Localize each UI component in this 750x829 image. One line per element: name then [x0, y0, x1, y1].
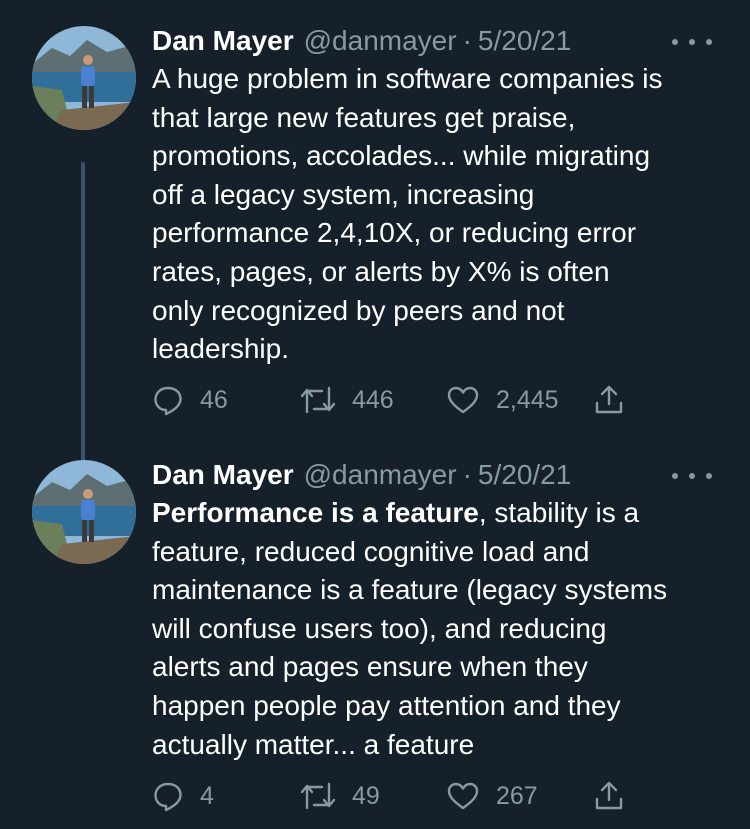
- author-handle[interactable]: @danmayer: [304, 456, 457, 494]
- reply-icon: [154, 782, 182, 812]
- reply-button[interactable]: 46: [152, 380, 228, 420]
- separator: ·: [462, 25, 472, 56]
- tweet-text: Performance is a feature, stability is a…: [152, 494, 732, 764]
- like-button[interactable]: 267: [446, 776, 538, 816]
- reply-icon: [154, 386, 182, 416]
- retweet-button[interactable]: 446: [300, 380, 394, 420]
- author-name[interactable]: Dan Mayer: [152, 22, 294, 60]
- reply-count: 46: [200, 385, 228, 414]
- like-count: 267: [496, 781, 538, 810]
- share-button[interactable]: [594, 380, 624, 420]
- thread-connector-line: [81, 162, 85, 472]
- retweet-count: 446: [352, 385, 394, 414]
- like-count: 2,445: [496, 385, 559, 414]
- tweet-header: Dan Mayer @danmayer · 5/20/21: [152, 456, 732, 494]
- tweet-text-bold: Performance is a feature: [152, 497, 479, 528]
- avatar[interactable]: [32, 26, 136, 130]
- share-icon: [595, 385, 623, 414]
- reply-button[interactable]: 4: [152, 776, 214, 816]
- tweet-date[interactable]: 5/20/21: [478, 22, 571, 60]
- like-button[interactable]: 2,445: [446, 380, 559, 420]
- separator: ·: [462, 459, 472, 490]
- tweet-date[interactable]: 5/20/21: [478, 456, 571, 494]
- tweet-header: Dan Mayer @danmayer · 5/20/21: [152, 22, 732, 60]
- retweet-count: 49: [352, 781, 380, 810]
- author-handle[interactable]: @danmayer: [304, 22, 457, 60]
- retweet-icon: [300, 782, 336, 810]
- share-button[interactable]: [594, 776, 624, 816]
- heart-icon: [447, 782, 479, 810]
- more-options-icon[interactable]: [672, 470, 712, 482]
- tweet-text-rest: , stability is a feature, reduced cognit…: [152, 497, 668, 760]
- tweet-actions: 46 446 2,445: [152, 380, 632, 420]
- tweet-text: A huge problem in software companies is …: [152, 63, 663, 365]
- heart-icon: [447, 386, 479, 414]
- author-name[interactable]: Dan Mayer: [152, 456, 294, 494]
- avatar[interactable]: [32, 460, 136, 564]
- retweet-button[interactable]: 49: [300, 776, 380, 816]
- share-icon: [595, 781, 623, 810]
- more-options-icon[interactable]: [672, 36, 712, 48]
- tweet-actions: 4 49 267: [152, 776, 632, 816]
- retweet-icon: [300, 386, 336, 414]
- reply-count: 4: [200, 781, 214, 810]
